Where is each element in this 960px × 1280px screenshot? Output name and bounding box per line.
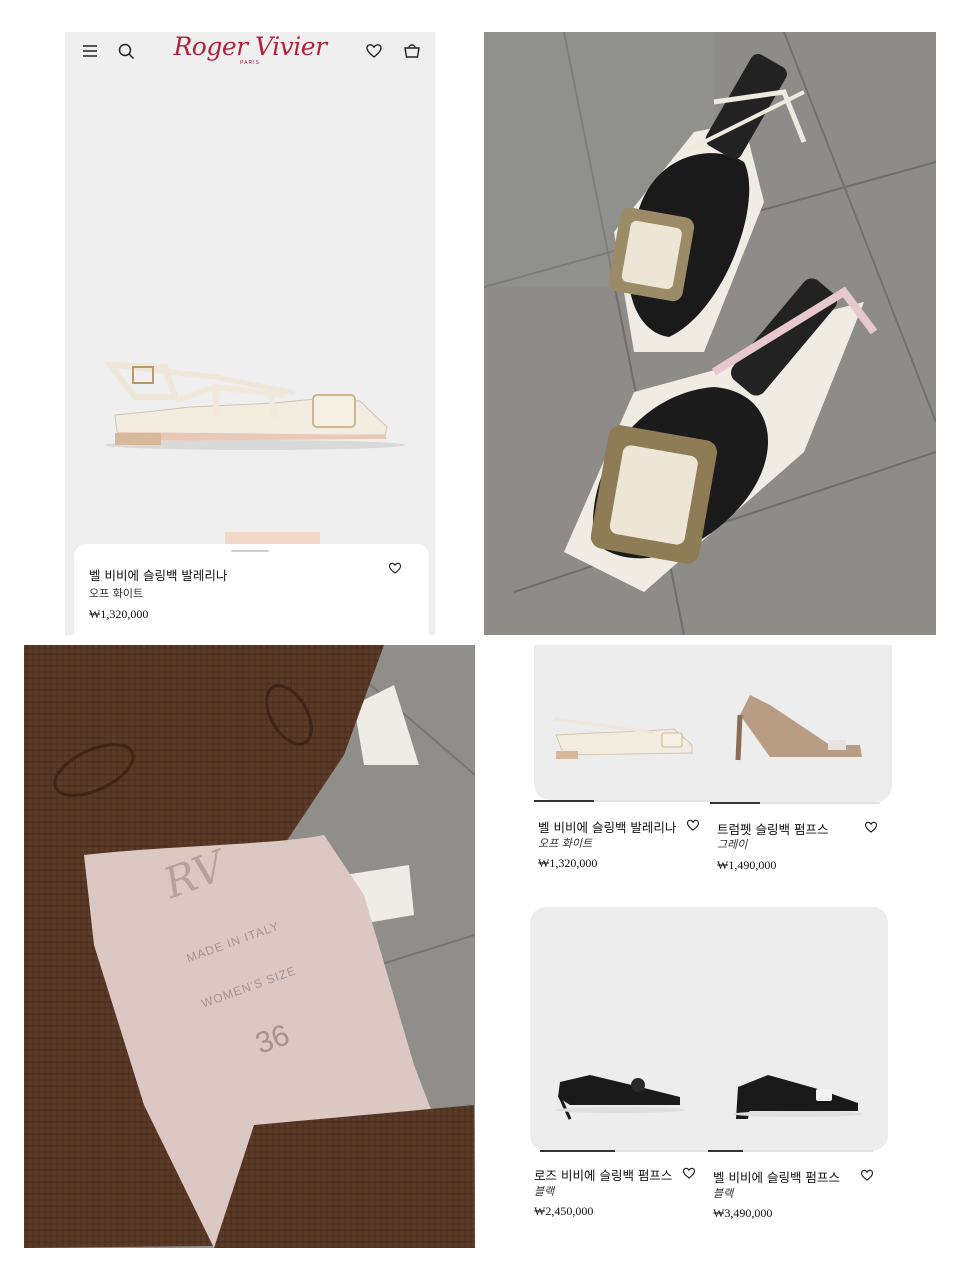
product-color: 오프 화이트: [89, 587, 144, 600]
shoe-sole-photo: RV MADE IN ITALY WOMEN'S SIZE 36: [24, 645, 475, 1248]
wishlist-heart-icon[interactable]: [859, 1167, 875, 1183]
image-scroll-indicator: [708, 1150, 873, 1152]
grid-item-color: 블랙: [713, 1187, 734, 1200]
product-info-sheet: 벨 비비에 슬링백 발레리나 오프 화이트 ₩1,320,000: [74, 544, 429, 635]
shoe-photo-art: [484, 32, 936, 635]
image-scroll-indicator: [540, 1150, 708, 1152]
grid-item-color: 블랙: [534, 1185, 555, 1198]
shoe-top-photo: [484, 32, 936, 635]
wishlist-heart-icon[interactable]: [681, 1165, 697, 1181]
image-scroll-indicator: [710, 802, 880, 804]
product-grid: 벨 비비에 슬링백 발레리나 오프 화이트 ₩1,320,000 트럼펫 슬링백…: [530, 645, 892, 1245]
grid-item-price: ₩2,450,000: [534, 1204, 594, 1218]
wishlist-heart-icon[interactable]: [685, 817, 701, 833]
product-card-image[interactable]: [708, 907, 888, 1151]
product-card-image[interactable]: [534, 645, 710, 800]
product-image[interactable]: [95, 337, 415, 462]
grid-item-price: ₩1,320,000: [538, 856, 598, 870]
product-card-image[interactable]: [530, 907, 708, 1151]
pump-thumb: [735, 695, 862, 761]
grid-item-name[interactable]: 벨 비비에 슬링백 발레리나: [538, 817, 676, 836]
product-name: 벨 비비에 슬링백 발레리나: [89, 568, 228, 583]
product-card-image[interactable]: [710, 645, 892, 802]
product-price: ₩1,320,000: [89, 607, 149, 621]
grid-item-name[interactable]: 로즈 비비에 슬링백 펌프스: [534, 1165, 672, 1184]
ballerina-thumb: [553, 717, 693, 759]
black-pump-thumb: [733, 1075, 863, 1119]
shopping-bag-icon[interactable]: [401, 39, 423, 61]
grid-item-color: 그레이: [717, 838, 748, 851]
wishlist-heart-icon[interactable]: [387, 560, 403, 576]
sole-photo-art: [24, 645, 475, 1248]
black-pump-thumb: [555, 1075, 685, 1120]
grid-item-name[interactable]: 벨 비비에 슬링백 펌프스: [713, 1167, 840, 1186]
product-page-screenshot: Roger Vivier PARIS 벨 비비에 슬링백 발레리나 오프 화이트…: [65, 32, 435, 635]
heart-icon[interactable]: [363, 40, 385, 62]
image-scroll-indicator: [534, 800, 710, 802]
sheet-handle[interactable]: [231, 550, 269, 552]
grid-item-color: 오프 화이트: [538, 837, 593, 850]
wishlist-heart-icon[interactable]: [863, 819, 879, 835]
grid-item-price: ₩1,490,000: [717, 858, 777, 872]
grid-item-price: ₩3,490,000: [713, 1206, 773, 1220]
